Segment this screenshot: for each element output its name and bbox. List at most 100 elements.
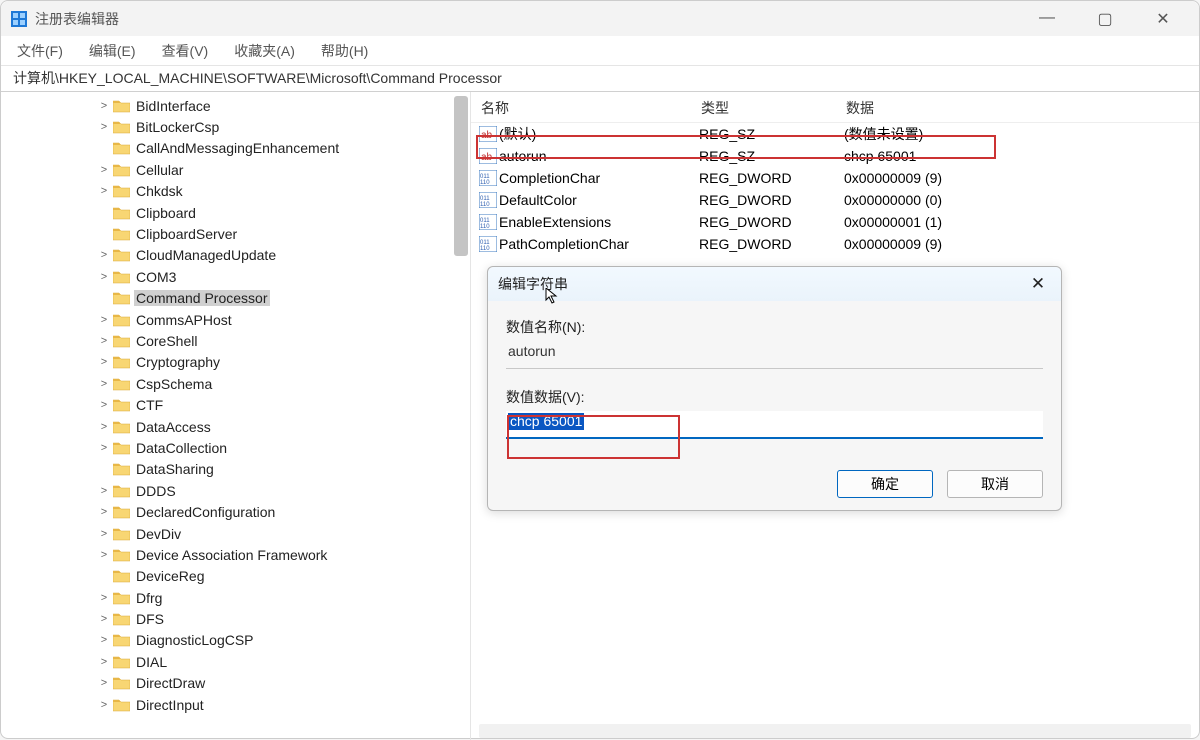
folder-icon — [113, 462, 130, 476]
chevron-right-icon[interactable]: > — [97, 699, 111, 711]
tree-item-dfrg[interactable]: >Dfrg — [1, 587, 470, 608]
tree-item-datasharing[interactable]: >DataSharing — [1, 459, 470, 480]
menu-favorites[interactable]: 收藏夹(A) — [230, 39, 299, 63]
chevron-right-icon[interactable]: > — [97, 314, 111, 326]
tree-item-label: DirectInput — [134, 697, 206, 713]
dialog-titlebar[interactable]: 编辑字符串 ✕ — [488, 267, 1061, 301]
maximize-button[interactable]: ▢ — [1085, 9, 1125, 29]
tree-item-bidinterface[interactable]: >BidInterface — [1, 95, 470, 116]
tree-item-devdiv[interactable]: > DevDiv — [1, 523, 470, 544]
tree-item-bitlockercsp[interactable]: >BitLockerCsp — [1, 116, 470, 137]
close-button[interactable]: ✕ — [1143, 9, 1183, 29]
folder-icon — [113, 206, 130, 220]
binary-value-icon: 011110 — [479, 236, 497, 252]
binary-value-icon: 011110 — [479, 192, 497, 208]
titlebar[interactable]: 注册表编辑器 — ▢ ✕ — [1, 1, 1199, 36]
menu-edit[interactable]: 编辑(E) — [85, 39, 140, 63]
chevron-right-icon[interactable]: > — [97, 185, 111, 197]
chevron-right-icon[interactable]: > — [97, 656, 111, 668]
tree-item-chkdsk[interactable]: >Chkdsk — [1, 181, 470, 202]
tree-item-dfs[interactable]: >DFS — [1, 608, 470, 629]
values-pane[interactable]: 名称 类型 数据 ab(默认)REG_SZ(数值未设置)abautorunREG… — [471, 92, 1199, 740]
folder-icon — [113, 505, 130, 519]
chevron-right-icon[interactable]: > — [97, 399, 111, 411]
chevron-right-icon[interactable]: > — [97, 634, 111, 646]
tree-item-datacollection[interactable]: >DataCollection — [1, 437, 470, 458]
value-data-field[interactable]: chcp 65001 — [506, 411, 1043, 439]
tree-item-label: COM3 — [134, 269, 178, 285]
tree-scrollbar[interactable] — [454, 96, 468, 256]
tree-item-ddds[interactable]: >DDDS — [1, 480, 470, 501]
tree-item-callandmessagingenhancement[interactable]: >CallAndMessagingEnhancement — [1, 138, 470, 159]
folder-icon — [113, 377, 130, 391]
minimize-button[interactable]: — — [1027, 9, 1067, 29]
chevron-right-icon[interactable]: > — [97, 378, 111, 390]
chevron-right-icon[interactable]: > — [97, 164, 111, 176]
tree-item-device-association-framework[interactable]: >Device Association Framework — [1, 544, 470, 565]
tree-item-commsaphost[interactable]: >CommsAPHost — [1, 309, 470, 330]
value-row[interactable]: 011110CompletionCharREG_DWORD0x00000009 … — [471, 167, 1199, 189]
tree-item-devicereg[interactable]: >DeviceReg — [1, 566, 470, 587]
tree-item-command-processor[interactable]: >Command Processor — [1, 288, 470, 309]
tree-item-label: DataAccess — [134, 419, 213, 435]
chevron-right-icon[interactable]: > — [97, 613, 111, 625]
tree-pane[interactable]: >BidInterface>BitLockerCsp>CallAndMessag… — [1, 92, 471, 740]
tree-item-label: DevDiv — [134, 526, 183, 542]
tree-item-label: CoreShell — [134, 333, 199, 349]
value-row[interactable]: 011110EnableExtensionsREG_DWORD0x0000000… — [471, 211, 1199, 233]
tree-item-label: CallAndMessagingEnhancement — [134, 140, 341, 156]
chevron-right-icon[interactable]: > — [97, 121, 111, 133]
chevron-right-icon[interactable]: > — [97, 421, 111, 433]
folder-icon — [113, 291, 130, 305]
value-name-field[interactable]: autorun — [506, 341, 1043, 369]
chevron-right-icon[interactable]: > — [97, 249, 111, 261]
list-scrollbar[interactable] — [479, 724, 1191, 738]
tree-item-cloudmanagedupdate[interactable]: >CloudManagedUpdate — [1, 245, 470, 266]
menu-file[interactable]: 文件(F) — [13, 39, 67, 63]
tree-item-cryptography[interactable]: >Cryptography — [1, 352, 470, 373]
tree-item-label: DeclaredConfiguration — [134, 504, 277, 520]
tree-item-cspschema[interactable]: >CspSchema — [1, 373, 470, 394]
chevron-right-icon[interactable]: > — [97, 528, 111, 540]
value-row[interactable]: ab(默认)REG_SZ(数值未设置) — [471, 123, 1199, 145]
chevron-right-icon[interactable]: > — [97, 592, 111, 604]
cancel-button[interactable]: 取消 — [947, 470, 1043, 498]
window-controls: — ▢ ✕ — [1027, 9, 1183, 29]
chevron-right-icon[interactable]: > — [97, 442, 111, 454]
header-data[interactable]: 数据 — [846, 98, 1199, 118]
menubar: 文件(F) 编辑(E) 查看(V) 收藏夹(A) 帮助(H) — [1, 36, 1199, 66]
chevron-right-icon[interactable]: > — [97, 485, 111, 497]
chevron-right-icon[interactable]: > — [97, 100, 111, 112]
addressbar[interactable]: 计算机\HKEY_LOCAL_MACHINE\SOFTWARE\Microsof… — [1, 66, 1199, 92]
tree-item-ctf[interactable]: >CTF — [1, 394, 470, 415]
ok-button[interactable]: 确定 — [837, 470, 933, 498]
tree-item-dataaccess[interactable]: > DataAccess — [1, 416, 470, 437]
folder-icon — [113, 420, 130, 434]
dialog-close-button[interactable]: ✕ — [1025, 274, 1051, 294]
value-row[interactable]: abautorunREG_SZchcp 65001 — [471, 145, 1199, 167]
header-name[interactable]: 名称 — [471, 98, 701, 118]
menu-view[interactable]: 查看(V) — [158, 39, 213, 63]
tree-item-directinput[interactable]: > DirectInput — [1, 694, 470, 715]
tree-item-com3[interactable]: > COM3 — [1, 266, 470, 287]
chevron-right-icon[interactable]: > — [97, 677, 111, 689]
tree-item-declaredconfiguration[interactable]: > DeclaredConfiguration — [1, 501, 470, 522]
chevron-right-icon[interactable]: > — [97, 271, 111, 283]
tree-item-clipboardserver[interactable]: >ClipboardServer — [1, 223, 470, 244]
value-row[interactable]: 011110PathCompletionCharREG_DWORD0x00000… — [471, 233, 1199, 255]
chevron-right-icon[interactable]: > — [97, 549, 111, 561]
tree-item-dial[interactable]: >DIAL — [1, 651, 470, 672]
tree-item-coreshell[interactable]: > CoreShell — [1, 330, 470, 351]
header-type[interactable]: 类型 — [701, 98, 846, 118]
tree-item-directdraw[interactable]: >DirectDraw — [1, 673, 470, 694]
chevron-right-icon[interactable]: > — [97, 356, 111, 368]
tree-item-diagnosticlogcsp[interactable]: >DiagnosticLogCSP — [1, 630, 470, 651]
chevron-right-icon[interactable]: > — [97, 335, 111, 347]
folder-icon — [113, 676, 130, 690]
value-row[interactable]: 011110DefaultColorREG_DWORD0x00000000 (0… — [471, 189, 1199, 211]
tree-item-cellular[interactable]: >Cellular — [1, 159, 470, 180]
chevron-right-icon[interactable]: > — [97, 506, 111, 518]
tree-item-clipboard[interactable]: >Clipboard — [1, 202, 470, 223]
menu-help[interactable]: 帮助(H) — [317, 39, 372, 63]
edit-string-dialog: 编辑字符串 ✕ 数值名称(N): autorun 数值数据(V): chcp 6… — [487, 266, 1062, 511]
